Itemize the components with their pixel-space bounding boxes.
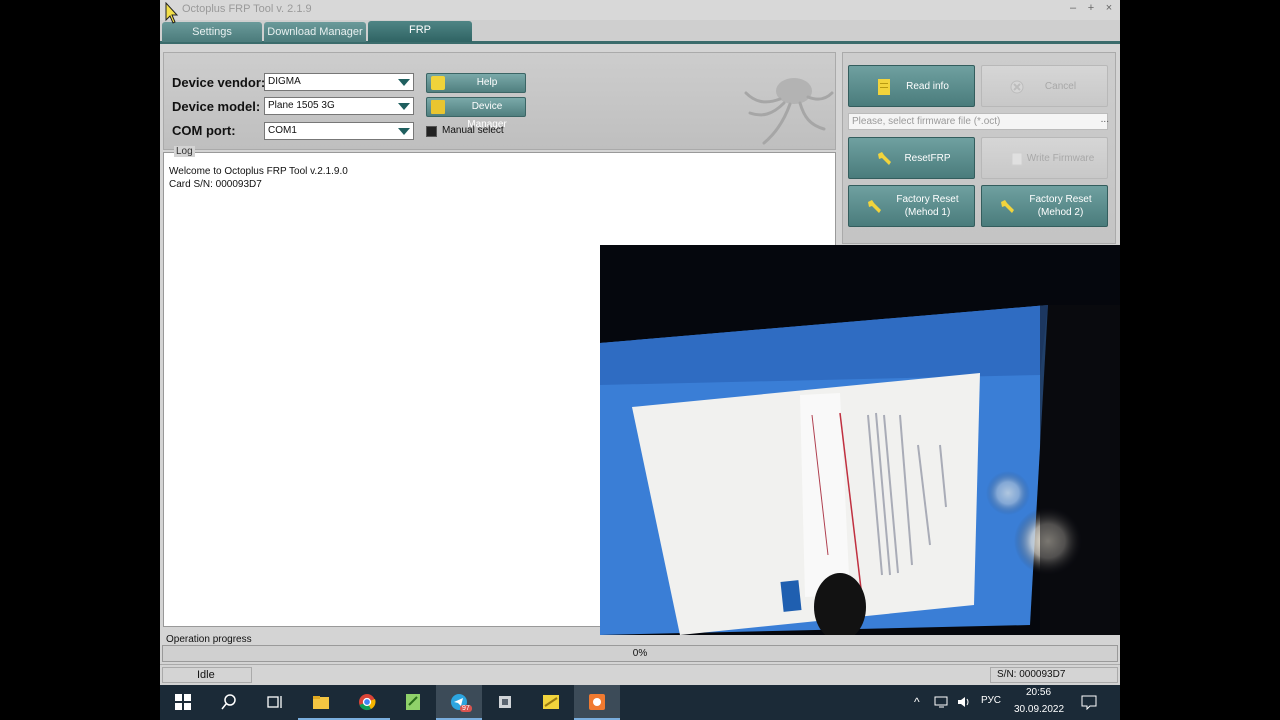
status-serial: S/N: 000093D7 <box>990 667 1118 683</box>
status-state: Idle <box>162 667 252 683</box>
model-select[interactable]: Plane 1505 3G <box>264 97 414 115</box>
factory-reset-2-button[interactable]: Factory Reset (Mehod 2) <box>981 185 1108 227</box>
chrome-icon <box>359 694 376 711</box>
factory-reset-1-button[interactable]: Factory Reset (Mehod 1) <box>848 185 975 227</box>
chevron-down-icon <box>398 103 410 110</box>
progress-text: 0% <box>632 648 648 659</box>
factory-reset-2-label: Factory Reset (Mehod 2) <box>1029 194 1092 218</box>
wrench-icon <box>868 200 881 213</box>
read-info-label: Read info <box>906 80 949 92</box>
vendor-label: Device vendor: <box>172 75 266 90</box>
write-firmware-label: Write Firmware <box>1026 152 1095 164</box>
log-line: Welcome to Octoplus FRP Tool v.2.1.9.0 <box>169 166 348 177</box>
device-manager-icon <box>431 100 445 114</box>
taskbar-app-tool[interactable] <box>482 685 528 720</box>
screen: Octoplus FRP Tool v. 2.1.9 – + × Setting… <box>0 0 1280 720</box>
volume-icon[interactable] <box>956 695 972 709</box>
window-controls: – + × <box>1068 2 1114 14</box>
taskbar-chrome[interactable] <box>344 685 390 720</box>
clock-time[interactable]: 20:56 <box>1026 687 1051 698</box>
language-indicator[interactable]: РУС <box>981 695 1001 706</box>
firmware-placeholder: Please, select firmware file (*.oct) <box>852 116 1001 127</box>
vendor-value: DIGMA <box>268 76 301 87</box>
taskbar-explorer[interactable] <box>298 685 344 720</box>
tab-bar: Settings Download Manager FRP <box>160 20 1120 44</box>
vendor-select[interactable]: DIGMA <box>264 73 414 91</box>
start-button[interactable] <box>160 685 206 720</box>
device-manager-button[interactable]: Device Manager <box>426 97 526 130</box>
close-button[interactable]: × <box>1104 2 1114 14</box>
notification-icon[interactable] <box>1081 695 1097 710</box>
manual-select-checkbox[interactable] <box>426 126 437 137</box>
port-label: COM port: <box>172 123 236 138</box>
taskbar-recorder[interactable] <box>574 685 620 720</box>
mouse-cursor-icon <box>165 2 179 24</box>
progress-caption: Operation progress <box>166 634 252 645</box>
chevron-up-icon[interactable]: ^ <box>914 695 920 709</box>
cancel-button[interactable]: Cancel <box>981 65 1108 107</box>
reset-frp-button[interactable]: ResetFRP <box>848 137 975 179</box>
minimize-button[interactable]: – <box>1068 2 1078 14</box>
camera-overlay <box>600 245 1120 635</box>
log-caption: Log <box>174 146 195 157</box>
device-panel: Device vendor: DIGMA Device model: Plane… <box>163 52 836 150</box>
task-view-icon <box>267 696 282 708</box>
taskbar-notepad[interactable] <box>390 685 436 720</box>
tab-settings[interactable]: Settings <box>162 22 262 42</box>
reset-frp-label: ResetFRP <box>904 152 951 164</box>
factory-reset-1-label: Factory Reset (Mehod 1) <box>896 194 959 218</box>
wrench-icon <box>1001 200 1014 213</box>
telegram-badge: 97 <box>460 705 472 712</box>
network-icon[interactable] <box>934 695 950 709</box>
progress-bar: 0% <box>162 645 1118 662</box>
window-title: Octoplus FRP Tool v. 2.1.9 <box>182 3 312 15</box>
usb-tool-icon <box>499 696 511 708</box>
task-view-button[interactable] <box>252 685 298 720</box>
port-select[interactable]: COM1 <box>264 122 414 140</box>
tab-download-manager[interactable]: Download Manager <box>264 22 366 42</box>
search-button[interactable] <box>206 685 252 720</box>
notepad-icon <box>406 694 420 710</box>
tab-frp[interactable]: FRP <box>368 21 472 42</box>
firmware-file-input[interactable]: Please, select firmware file (*.oct) <box>848 113 1108 130</box>
model-label: Device model: <box>172 99 261 114</box>
taskbar: 97 ^ РУС 20:56 30.09.2022 <box>160 685 1120 720</box>
octopus-logo-icon <box>744 78 834 145</box>
status-bar: Idle S/N: 000093D7 <box>160 664 1120 684</box>
search-icon <box>221 694 236 710</box>
windows-logo-icon <box>175 694 191 710</box>
help-button[interactable]: Help <box>426 73 526 93</box>
write-firmware-button[interactable]: Write Firmware <box>981 137 1108 179</box>
help-label: Help <box>476 77 498 88</box>
actions-panel: Read info Cancel Please, select firmware… <box>842 52 1116 244</box>
manual-select-label: Manual select <box>442 125 504 136</box>
model-value: Plane 1505 3G <box>268 100 335 111</box>
title-bar: Octoplus FRP Tool v. 2.1.9 – + × <box>160 0 1120 20</box>
maximize-button[interactable]: + <box>1086 2 1096 14</box>
taskbar-telegram[interactable]: 97 <box>436 685 482 720</box>
browse-button[interactable]: ... <box>1101 114 1109 125</box>
read-info-button[interactable]: Read info <box>848 65 975 107</box>
yellow-app-icon <box>543 695 559 709</box>
port-value: COM1 <box>268 125 297 136</box>
help-book-icon <box>431 76 445 90</box>
chevron-down-icon <box>398 128 410 135</box>
cancel-label: Cancel <box>1044 80 1077 92</box>
chevron-down-icon <box>398 79 410 86</box>
system-tray: ^ РУС 20:56 30.09.2022 <box>900 685 1120 720</box>
recorder-icon <box>589 694 605 710</box>
folder-icon <box>313 696 329 709</box>
log-lines: Welcome to Octoplus FRP Tool v.2.1.9.0 C… <box>169 165 348 191</box>
log-line: Card S/N: 000093D7 <box>169 179 262 190</box>
taskbar-app-pay[interactable] <box>528 685 574 720</box>
clock-date[interactable]: 30.09.2022 <box>1014 704 1064 715</box>
phone-photo-image <box>600 245 1120 635</box>
